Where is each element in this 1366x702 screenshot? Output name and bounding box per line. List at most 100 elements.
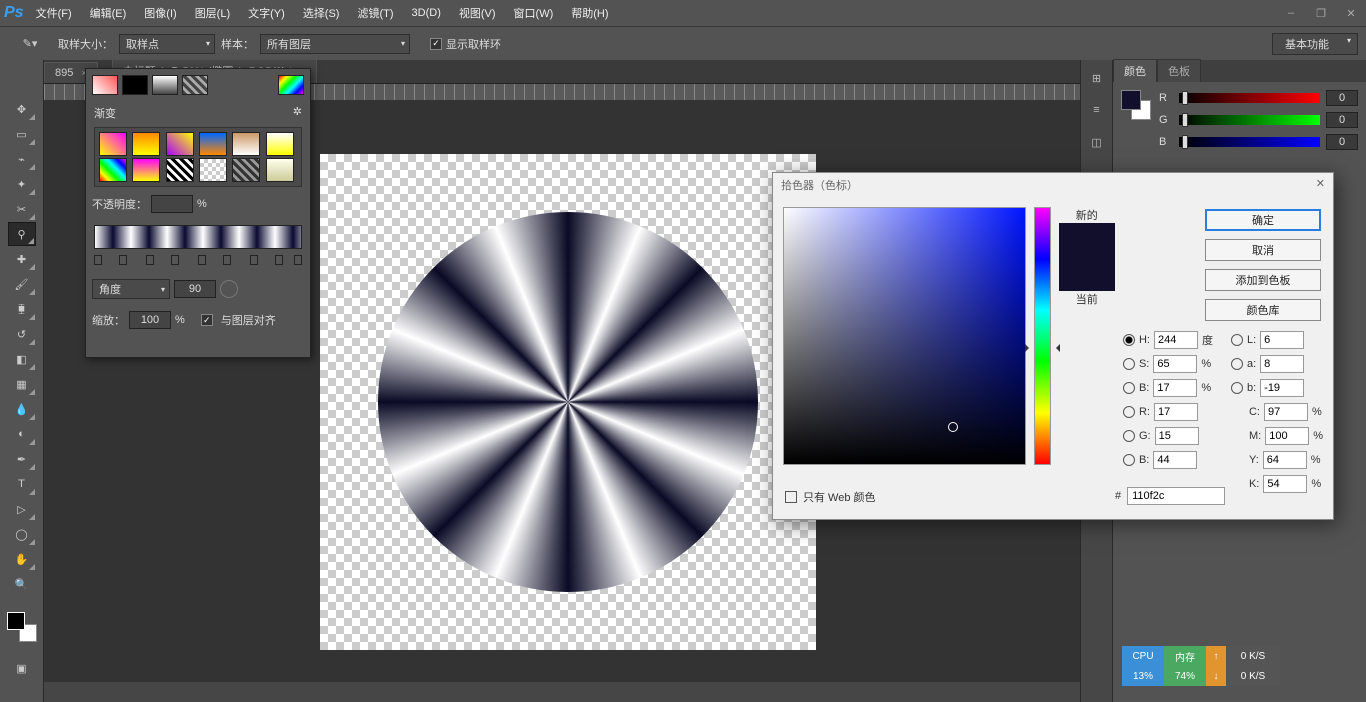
stamp-tool[interactable]: ⧯ [8,297,36,321]
gradient-tool[interactable]: ▦ [8,372,36,396]
a-input[interactable] [1260,355,1304,373]
bc-radio[interactable] [1123,454,1135,466]
eraser-tool[interactable]: ◧ [8,347,36,371]
b-slider[interactable] [1179,137,1320,147]
l-input[interactable] [1260,331,1304,349]
window-close[interactable]: ✕ [1336,0,1366,26]
g-value[interactable]: 0 [1326,112,1358,128]
grad-menu-icon[interactable]: ✲ [293,105,302,121]
wand-tool[interactable]: ✦ [8,172,36,196]
workspace-switcher[interactable]: 基本功能 [1272,33,1358,55]
hue-strip[interactable] [1034,207,1051,465]
show-ring-checkbox[interactable] [430,38,442,50]
foreground-color-swatch[interactable] [7,612,25,630]
web-colors-checkbox[interactable] [785,491,797,503]
window-maximize[interactable]: ❐ [1306,0,1336,26]
g-radio[interactable] [1123,430,1135,442]
gradient-stops[interactable] [94,255,302,267]
dock-icon-3[interactable]: ◫ [1083,128,1111,156]
h-radio[interactable] [1123,334,1135,346]
shape-tool[interactable]: ◯ [8,522,36,546]
ok-button[interactable]: 确定 [1205,209,1321,231]
window-minimize[interactable]: – [1276,0,1306,26]
g-slider[interactable] [1179,115,1320,125]
g-input[interactable] [1155,427,1199,445]
k-input[interactable] [1263,475,1307,493]
h-input[interactable] [1154,331,1198,349]
add-swatch-button[interactable]: 添加到色板 [1205,269,1321,291]
menu-edit[interactable]: 编辑(E) [90,5,127,21]
menu-3d[interactable]: 3D(D) [412,7,441,19]
grad-preset[interactable] [99,132,127,156]
s-input[interactable] [1153,355,1197,373]
scale-input[interactable]: 100 [129,311,171,329]
grad-style-1[interactable] [92,75,118,95]
align-checkbox[interactable] [201,314,213,326]
r-input[interactable] [1154,403,1198,421]
grad-preset[interactable] [199,132,227,156]
color-swatches[interactable] [7,612,37,642]
hex-input[interactable] [1127,487,1225,505]
r-radio[interactable] [1123,406,1135,418]
quickmask-toggle[interactable]: ▣ [8,656,36,680]
b-value[interactable]: 0 [1326,134,1358,150]
grad-preset[interactable] [99,158,127,182]
opacity-input[interactable] [151,195,193,213]
sv-field[interactable] [783,207,1026,465]
tool-indicator-icon[interactable]: ✎▾ [16,32,44,56]
panel-color-swatch[interactable] [1121,90,1151,120]
lab-b-input[interactable] [1260,379,1304,397]
grad-preset[interactable] [266,158,294,182]
cancel-button[interactable]: 取消 [1205,239,1321,261]
picker-close-icon[interactable]: ✕ [1316,177,1325,193]
grad-style-4[interactable] [182,75,208,95]
lab-b-radio[interactable] [1231,382,1243,394]
angle-dial-icon[interactable] [220,280,238,298]
menu-select[interactable]: 选择(S) [303,5,340,21]
sample-size-dropdown[interactable]: 取样点 [119,34,215,54]
healing-tool[interactable]: ✚ [8,247,36,271]
move-tool[interactable]: ✥ [8,97,36,121]
b-input[interactable] [1153,379,1197,397]
c-input[interactable] [1264,403,1308,421]
grad-preset[interactable] [232,132,260,156]
grad-style-2[interactable] [122,75,148,95]
dock-icon-2[interactable]: ≡ [1083,96,1111,124]
menu-view[interactable]: 视图(V) [459,5,496,21]
history-brush-tool[interactable]: ↺ [8,322,36,346]
b-radio[interactable] [1123,382,1135,394]
grad-preset[interactable] [166,158,194,182]
tab-swatches[interactable]: 色板 [1157,59,1201,82]
angle-input[interactable]: 90 [174,280,216,298]
grad-style-3[interactable] [152,75,178,95]
zoom-tool[interactable]: 🔍 [8,572,36,596]
lasso-tool[interactable]: ⌁ [8,147,36,171]
menu-filter[interactable]: 滤镜(T) [357,5,393,21]
sample-dropdown[interactable]: 所有图层 [260,34,410,54]
grad-preset[interactable] [166,132,194,156]
crop-tool[interactable]: ✂ [8,197,36,221]
dodge-tool[interactable]: ◐ [8,422,36,446]
canvas[interactable] [320,154,816,650]
grad-preset[interactable] [232,158,260,182]
y-input[interactable] [1263,451,1307,469]
r-slider[interactable] [1179,93,1320,103]
grad-preset[interactable] [132,158,160,182]
menu-file[interactable]: 文件(F) [36,5,72,21]
blur-tool[interactable]: 💧 [8,397,36,421]
grad-preset[interactable] [199,158,227,182]
grad-preset[interactable] [132,132,160,156]
marquee-tool[interactable]: ▭ [8,122,36,146]
path-select-tool[interactable]: ▷ [8,497,36,521]
menu-layer[interactable]: 图层(L) [195,5,230,21]
pen-tool[interactable]: ✒ [8,447,36,471]
m-input[interactable] [1265,427,1309,445]
l-radio[interactable] [1231,334,1243,346]
color-lib-button[interactable]: 颜色库 [1205,299,1321,321]
s-radio[interactable] [1123,358,1135,370]
hand-tool[interactable]: ✋ [8,547,36,571]
tab-color[interactable]: 颜色 [1113,59,1157,82]
eyedropper-tool[interactable]: ⚲ [8,222,36,246]
r-value[interactable]: 0 [1326,90,1358,106]
bc-input[interactable] [1153,451,1197,469]
